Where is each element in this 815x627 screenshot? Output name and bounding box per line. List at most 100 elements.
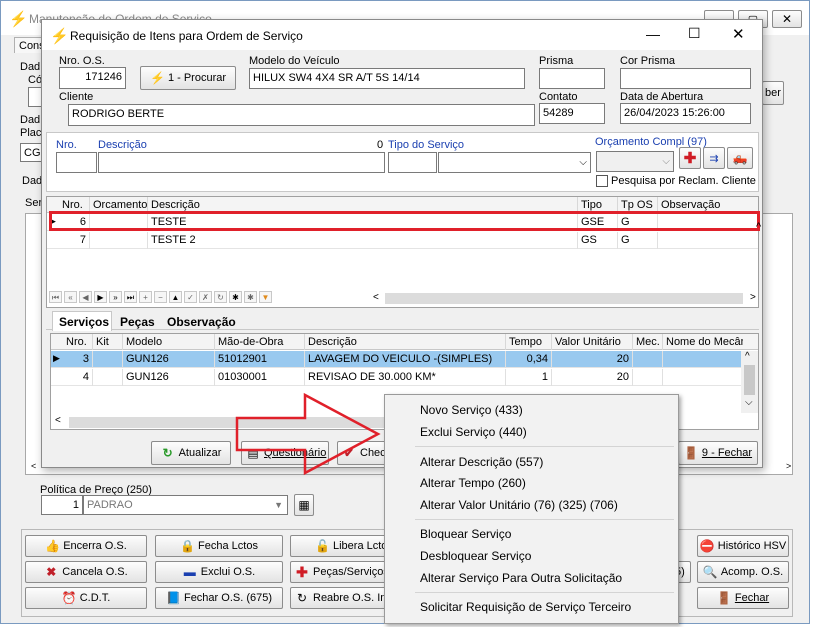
fechar-os-button[interactable]: 📘 Fechar O.S. (675) xyxy=(155,587,283,609)
atualizar-label: Atualizar xyxy=(178,447,222,459)
bg-tab-dad[interactable]: Dad xyxy=(19,173,43,191)
procurar-label: 1 - Procurar xyxy=(167,72,227,84)
grid2-scroll-up-icon[interactable]: ^ xyxy=(745,351,750,362)
tipo-chevron-down-icon: ⌵ xyxy=(579,157,587,168)
politica-select[interactable]: PADRAO ▼ xyxy=(83,495,288,515)
libera-lctos-button[interactable]: 🔓 Libera Lctos xyxy=(290,535,390,557)
nav-cancel-icon[interactable]: ✗ xyxy=(199,291,212,303)
nav-edit-icon[interactable]: ▲ xyxy=(169,291,182,303)
bg-close-button[interactable]: ✕ xyxy=(772,10,802,28)
abertura-field[interactable]: 26/04/2023 15:26:00 xyxy=(620,103,751,124)
pecas-servicos-button[interactable]: ✚ Peças/Serviços xyxy=(290,561,390,583)
menu-item-alterar-valor[interactable]: Alterar Valor Unitário (76) (325) (706) xyxy=(420,498,618,512)
grid1-vscroll-up-icon[interactable]: ^ xyxy=(756,221,761,233)
encerra-os-button[interactable]: 👍 Encerra O.S. xyxy=(25,535,147,557)
nav-next-page-icon[interactable]: » xyxy=(109,291,122,303)
prisma-field[interactable] xyxy=(539,68,605,89)
entry-nro-field[interactable] xyxy=(56,152,97,173)
tab-servicos[interactable]: Serviços xyxy=(52,311,112,331)
vehicle-button[interactable]: 🛻 xyxy=(727,147,753,169)
cancela-os-button[interactable]: ✖ Cancela O.S. xyxy=(25,561,147,583)
menu-item-alterar-descricao[interactable]: Alterar Descrição (557) xyxy=(420,455,543,469)
cliente-field[interactable]: RODRIGO BERTE xyxy=(68,104,535,126)
nav-post-icon[interactable]: ✓ xyxy=(184,291,197,303)
historico-label: Histórico HSV xyxy=(717,540,787,552)
cell-mao-de-obra: 01030001 xyxy=(215,369,305,386)
menu-item-alterar-solicitacao[interactable]: Alterar Serviço Para Outra Solicitação xyxy=(420,571,622,585)
dialog-minimize-icon[interactable]: — xyxy=(646,26,660,42)
cdt-button[interactable]: ⏰ C.D.T. xyxy=(25,587,147,609)
bg-scroll-right-icon[interactable]: > xyxy=(786,461,791,471)
grid2-vscrollbar[interactable]: ^ ⌵ xyxy=(741,351,758,413)
nav-prev-page-icon[interactable]: « xyxy=(64,291,77,303)
entry-tipo-code-field[interactable] xyxy=(388,152,437,173)
contato-field[interactable]: 54289 xyxy=(539,103,605,124)
bg-ber-button[interactable]: ber xyxy=(762,81,784,105)
fecha-lctos-button[interactable]: 🔒 Fecha Lctos xyxy=(155,535,283,557)
cor-prisma-field[interactable] xyxy=(620,68,751,89)
entry-desc-label: Descrição xyxy=(98,139,147,151)
orcamento-select[interactable]: ⌵ xyxy=(596,151,674,172)
nav-filter-icon[interactable]: ▼ xyxy=(259,291,272,303)
nro-os-field[interactable]: 171246 xyxy=(59,67,126,89)
grid1-scroll-right-icon[interactable]: > xyxy=(750,292,756,303)
reabre-os-button[interactable]: ↻ Reabre O.S. In xyxy=(290,587,390,609)
bg-tab-ser-label[interactable]: Ser xyxy=(25,197,42,209)
pesquisa-checkbox[interactable] xyxy=(596,175,608,187)
col-modelo: Modelo xyxy=(123,334,215,350)
entry-tipo-select[interactable]: ⌵ xyxy=(438,152,591,173)
acomp-os-button[interactable]: 🔍 Acomp. O.S. xyxy=(697,561,789,583)
modelo-field[interactable]: HILUX SW4 4X4 SR A/T 5S 14/14 xyxy=(249,68,525,89)
table-row[interactable]: 4 GUN126 01030001 REVISAO DE 30.000 KM* … xyxy=(51,369,741,386)
nav-next-icon[interactable]: ▶ xyxy=(94,291,107,303)
menu-item-solicitar-terceiro[interactable]: Solicitar Requisição de Serviço Terceiro xyxy=(420,600,631,614)
table-row[interactable]: ▶ 3 GUN126 51012901 LAVAGEM DO VEICULO -… xyxy=(51,351,741,368)
dialog-close-icon[interactable]: ✕ xyxy=(732,25,745,43)
tab-servicos-label: Serviços xyxy=(59,315,110,329)
historico-hsv-button[interactable]: ⛔ Histórico HSV xyxy=(697,535,789,557)
grid1-hscrollbar[interactable] xyxy=(385,293,743,304)
menu-item-desbloquear[interactable]: Desbloquear Serviço xyxy=(420,549,531,563)
atualizar-button[interactable]: ↻ Atualizar xyxy=(151,441,231,465)
grid2-scroll-left-icon[interactable]: < xyxy=(55,415,61,426)
tab-observacao-label[interactable]: Observação xyxy=(167,315,236,329)
transfer-button[interactable]: ⇉ xyxy=(703,147,725,169)
grid2-scroll-down-icon[interactable]: ⌵ xyxy=(745,397,753,408)
nav-bookmark-icon[interactable]: ✱ xyxy=(229,291,242,303)
menu-item-exclui-servico[interactable]: Exclui Serviço (440) xyxy=(420,425,527,439)
cell-modelo: GUN126 xyxy=(123,351,215,368)
orc-chevron-down-icon: ⌵ xyxy=(662,156,670,167)
libera-label: Libera Lctos xyxy=(333,540,390,552)
entry-desc-field[interactable] xyxy=(98,152,385,173)
exclui-os-button[interactable]: ▬ Exclui O.S. xyxy=(155,561,283,583)
modelo-value: HILUX SW4 4X4 SR A/T 5S 14/14 xyxy=(253,72,420,84)
menu-item-bloquear[interactable]: Bloquear Serviço xyxy=(420,527,511,541)
bg-scroll-left-icon[interactable]: < xyxy=(31,461,36,471)
dialog-maximize-icon[interactable]: ☐ xyxy=(688,25,701,42)
nav-goto-bookmark-icon[interactable]: ✱ xyxy=(244,291,257,303)
politica-code-field[interactable]: 1 xyxy=(41,495,83,515)
nav-delete-icon[interactable]: − xyxy=(154,291,167,303)
politica-calc-button[interactable]: ▦ xyxy=(294,494,314,516)
grid1-scroll-left-icon[interactable]: < xyxy=(373,292,379,303)
dialog-fechar-button[interactable]: 🚪 9 - Fechar xyxy=(678,441,758,465)
contato-label: Contato xyxy=(539,91,578,103)
cell-modelo: GUN126 xyxy=(123,369,215,386)
nav-last-icon[interactable]: ⏭ xyxy=(124,291,137,303)
col-mec: Mec. xyxy=(633,334,663,350)
add-red-cross-button[interactable]: ✚ xyxy=(679,147,701,169)
acomp-label: Acomp. O.S. xyxy=(720,566,784,578)
nav-prev-icon[interactable]: ◀ xyxy=(79,291,92,303)
menu-item-alterar-tempo[interactable]: Alterar Tempo (260) xyxy=(420,476,526,490)
table-row[interactable]: 7 TESTE 2 GS G xyxy=(47,232,758,249)
fechar-button[interactable]: 🚪 Fechar xyxy=(697,587,789,609)
calculator-icon: ▦ xyxy=(298,498,310,512)
procurar-button[interactable]: ⚡ 1 - Procurar xyxy=(140,66,236,90)
nav-first-icon[interactable]: ⏮ xyxy=(49,291,62,303)
nav-add-icon[interactable]: + xyxy=(139,291,152,303)
tab-pecas-label[interactable]: Peças xyxy=(120,315,155,329)
nav-refresh-icon[interactable]: ↻ xyxy=(214,291,227,303)
grid2-vscroll-thumb[interactable] xyxy=(744,365,755,395)
menu-item-novo-servico[interactable]: Novo Serviço (433) xyxy=(420,403,523,417)
bg-cgo-field[interactable]: CGO xyxy=(20,143,42,162)
